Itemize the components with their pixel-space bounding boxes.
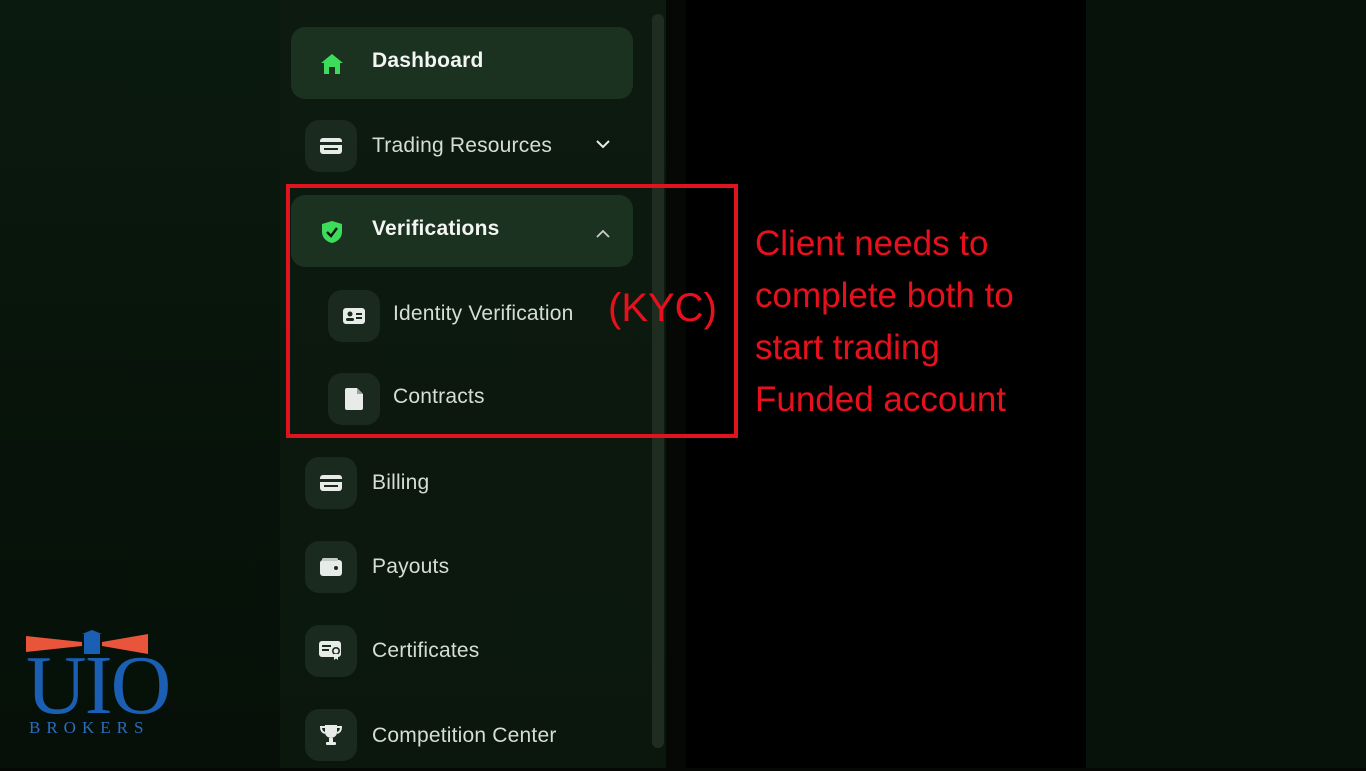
annotation-kyc-label: (KYC) — [608, 286, 717, 330]
sidebar-item-label: Trading Resources — [372, 134, 553, 157]
sidebar-item-payouts[interactable]: Payouts — [291, 531, 633, 603]
chevron-down-icon[interactable] — [591, 132, 615, 156]
annotation-note-line: start trading — [755, 328, 940, 367]
sidebar-item-label: Certificates — [372, 639, 480, 662]
sidebar-item-label: Competition Center — [372, 724, 557, 747]
uio-brokers-logo: UIO BROKERS — [26, 630, 171, 742]
home-icon — [317, 38, 347, 90]
logo-subtitle: BROKERS — [29, 718, 150, 737]
background-right — [1086, 0, 1366, 768]
card-icon — [305, 457, 357, 509]
sidebar-item-billing[interactable]: Billing — [291, 447, 633, 519]
sidebar-item-dashboard[interactable]: Dashboard — [291, 27, 633, 99]
annotation-note-line: Funded account — [755, 380, 1007, 419]
wallet-icon — [305, 541, 357, 593]
annotation-note-line: complete both to — [755, 276, 1014, 315]
sidebar-item-label: Payouts — [372, 555, 450, 578]
sidebar-item-label: Billing — [372, 471, 430, 494]
trophy-icon — [305, 709, 357, 761]
sidebar-item-competition-center[interactable]: Competition Center — [291, 699, 633, 771]
annotation-note-line: Client needs to — [755, 224, 989, 263]
sidebar-item-certificates[interactable]: Certificates — [291, 615, 633, 687]
card-icon — [305, 120, 357, 172]
certificate-icon — [305, 625, 357, 677]
sidebar-item-label: Dashboard — [372, 49, 484, 72]
sidebar-item-trading-resources[interactable]: Trading Resources — [291, 110, 633, 182]
annotation-note: Client needs to complete both to start t… — [755, 218, 1075, 426]
